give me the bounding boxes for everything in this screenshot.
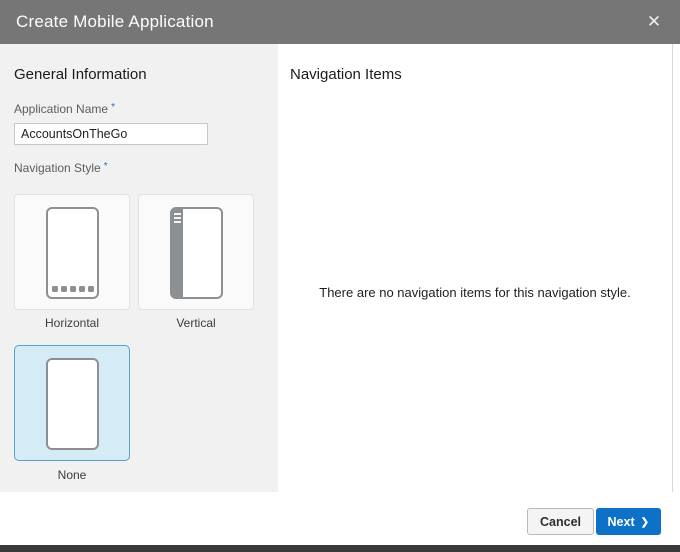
- general-information-panel: General Information Application Name* Na…: [0, 44, 278, 492]
- vertical-sidebar-icon: [172, 209, 183, 297]
- bottom-window-edge: [0, 545, 680, 552]
- horizontal-tabbar-dots: [48, 286, 97, 292]
- dialog-titlebar: Create Mobile Application ✕: [0, 0, 680, 44]
- nav-style-label-vertical: Vertical: [176, 316, 216, 330]
- close-icon[interactable]: ✕: [636, 0, 672, 44]
- chevron-right-icon: ❯: [640, 516, 649, 528]
- general-information-heading: General Information: [14, 66, 147, 83]
- required-marker: *: [103, 161, 108, 172]
- navigation-style-label: Navigation Style *: [14, 161, 108, 175]
- dialog-title: Create Mobile Application: [16, 12, 214, 31]
- navigation-items-heading: Navigation Items: [290, 66, 402, 83]
- navigation-items-panel: Navigation Items There are no navigation…: [278, 44, 680, 492]
- required-marker: *: [111, 102, 115, 113]
- empty-navigation-items-message: There are no navigation items for this n…: [319, 285, 631, 300]
- cancel-button[interactable]: Cancel: [527, 508, 594, 535]
- application-name-label: Application Name *: [14, 102, 115, 116]
- nav-style-option-horizontal[interactable]: [14, 194, 130, 310]
- panel-edge-divider: [672, 44, 673, 541]
- nav-style-label-horizontal: Horizontal: [44, 316, 100, 330]
- next-button[interactable]: Next ❯: [595, 508, 661, 535]
- dialog-footer: Cancel Next ❯: [0, 492, 680, 545]
- nav-style-option-vertical[interactable]: [138, 194, 254, 310]
- vertical-phone-icon: [170, 207, 223, 299]
- application-name-input[interactable]: [14, 123, 208, 145]
- nav-style-option-none[interactable]: [14, 345, 130, 461]
- horizontal-phone-icon: [46, 207, 99, 299]
- nav-style-label-none: None: [57, 468, 87, 482]
- next-button-label: Next: [607, 514, 635, 529]
- none-phone-icon: [46, 358, 99, 450]
